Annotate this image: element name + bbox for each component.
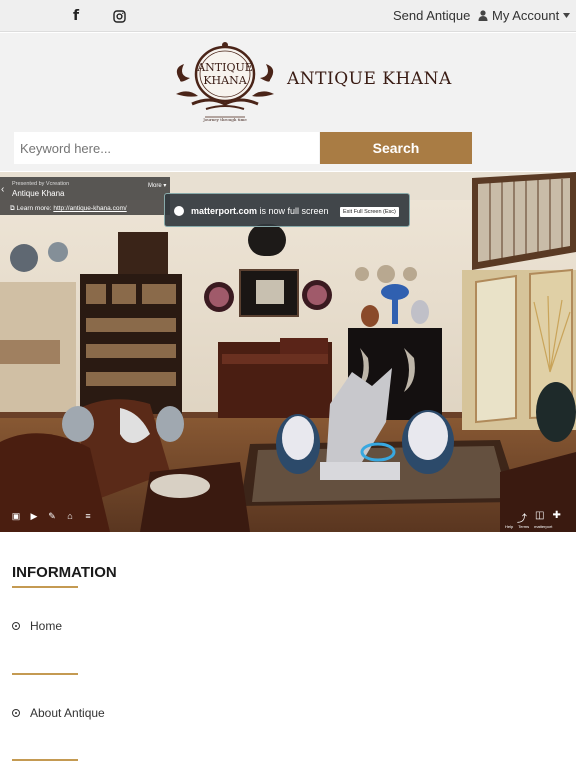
measure-icon[interactable]: ✎	[46, 510, 58, 522]
bullet-circle-icon	[12, 709, 20, 717]
information-heading: INFORMATION	[12, 564, 117, 581]
learn-more-line: ⧉ Learn more: http://antique-khana.com/	[10, 205, 127, 213]
play-icon[interactable]: ▶	[28, 510, 40, 522]
send-antique-link[interactable]: Send Antique	[393, 8, 470, 23]
matterport-logo-icon	[174, 206, 184, 216]
info-item-label: Home	[30, 619, 63, 633]
fullscreen-message: matterport.com is now full screen	[191, 206, 329, 216]
search-button[interactable]: Search	[320, 132, 472, 164]
viewer-controls-right: ⤴ ◫ ✚	[517, 510, 561, 525]
fullscreen-text: is now full screen	[259, 206, 329, 216]
viewer-credits: Help Terms matterport	[505, 524, 552, 529]
vr-icon[interactable]: ◫	[535, 510, 544, 525]
my-account-label: My Account	[492, 8, 560, 23]
terms-link[interactable]: Terms	[518, 524, 529, 529]
more-label: More	[148, 183, 162, 189]
help-link[interactable]: Help	[505, 524, 513, 529]
presented-name: Antique Khana	[12, 189, 65, 198]
bullet-circle-icon	[12, 622, 20, 630]
info-item-about-antique[interactable]: About Antique	[12, 706, 105, 720]
fullscreen-brand: matterport.com	[191, 206, 258, 216]
divider	[12, 759, 78, 761]
info-item-label: About Antique	[30, 706, 105, 720]
fullscreen-banner: matterport.com is now full screen Exit F…	[164, 193, 410, 227]
emblem-line1: ANTIQUE	[196, 61, 253, 74]
viewer-controls-left: ▣ ▶ ✎ ⌂ ≡	[10, 510, 94, 522]
site-header: ANTIQUE KHANA Journey through time ANTIQ…	[0, 33, 576, 171]
matterport-link[interactable]: matterport	[534, 524, 552, 529]
heading-underline	[12, 586, 78, 588]
chevron-left-icon[interactable]: ‹	[1, 184, 4, 195]
presented-by-panel: ‹ Presented by Vcreation Antique Khana M…	[0, 177, 170, 215]
emblem-line2: KHANA	[203, 74, 247, 87]
more-button[interactable]: More ▾	[148, 182, 166, 189]
facebook-icon[interactable]: f	[66, 6, 86, 26]
layers-icon[interactable]: ≡	[82, 510, 94, 522]
floorplan-icon[interactable]: ⌂	[64, 510, 76, 522]
learn-more-link[interactable]: http://antique-khana.com/	[53, 205, 126, 212]
user-icon	[478, 10, 488, 21]
caret-down-icon	[563, 13, 571, 18]
exit-fullscreen-button[interactable]: Exit Full Screen (Esc)	[340, 207, 399, 217]
fullscreen-exit-icon[interactable]: ✚	[552, 510, 560, 525]
presented-by-text: Presented by Vcreation	[12, 181, 70, 187]
external-link-icon: ⧉	[10, 205, 15, 212]
share-icon[interactable]: ⤴	[517, 510, 527, 525]
dollhouse-icon[interactable]: ▣	[10, 510, 22, 522]
search-input[interactable]	[14, 132, 319, 164]
instagram-icon[interactable]	[109, 6, 129, 26]
logo-tagline: Journey through time	[202, 117, 247, 122]
top-bar: f Send Antique My Account	[0, 0, 576, 32]
divider	[12, 673, 78, 675]
logo[interactable]: ANTIQUE KHANA Journey through time	[170, 38, 280, 126]
learn-more-label: Learn more:	[16, 205, 52, 212]
brand-name[interactable]: ANTIQUE KHANA	[287, 69, 452, 89]
info-item-home[interactable]: Home	[12, 619, 62, 633]
matterport-tour-viewer[interactable]: ‹ Presented by Vcreation Antique Khana M…	[0, 172, 576, 532]
my-account-menu[interactable]: My Account	[478, 8, 571, 23]
